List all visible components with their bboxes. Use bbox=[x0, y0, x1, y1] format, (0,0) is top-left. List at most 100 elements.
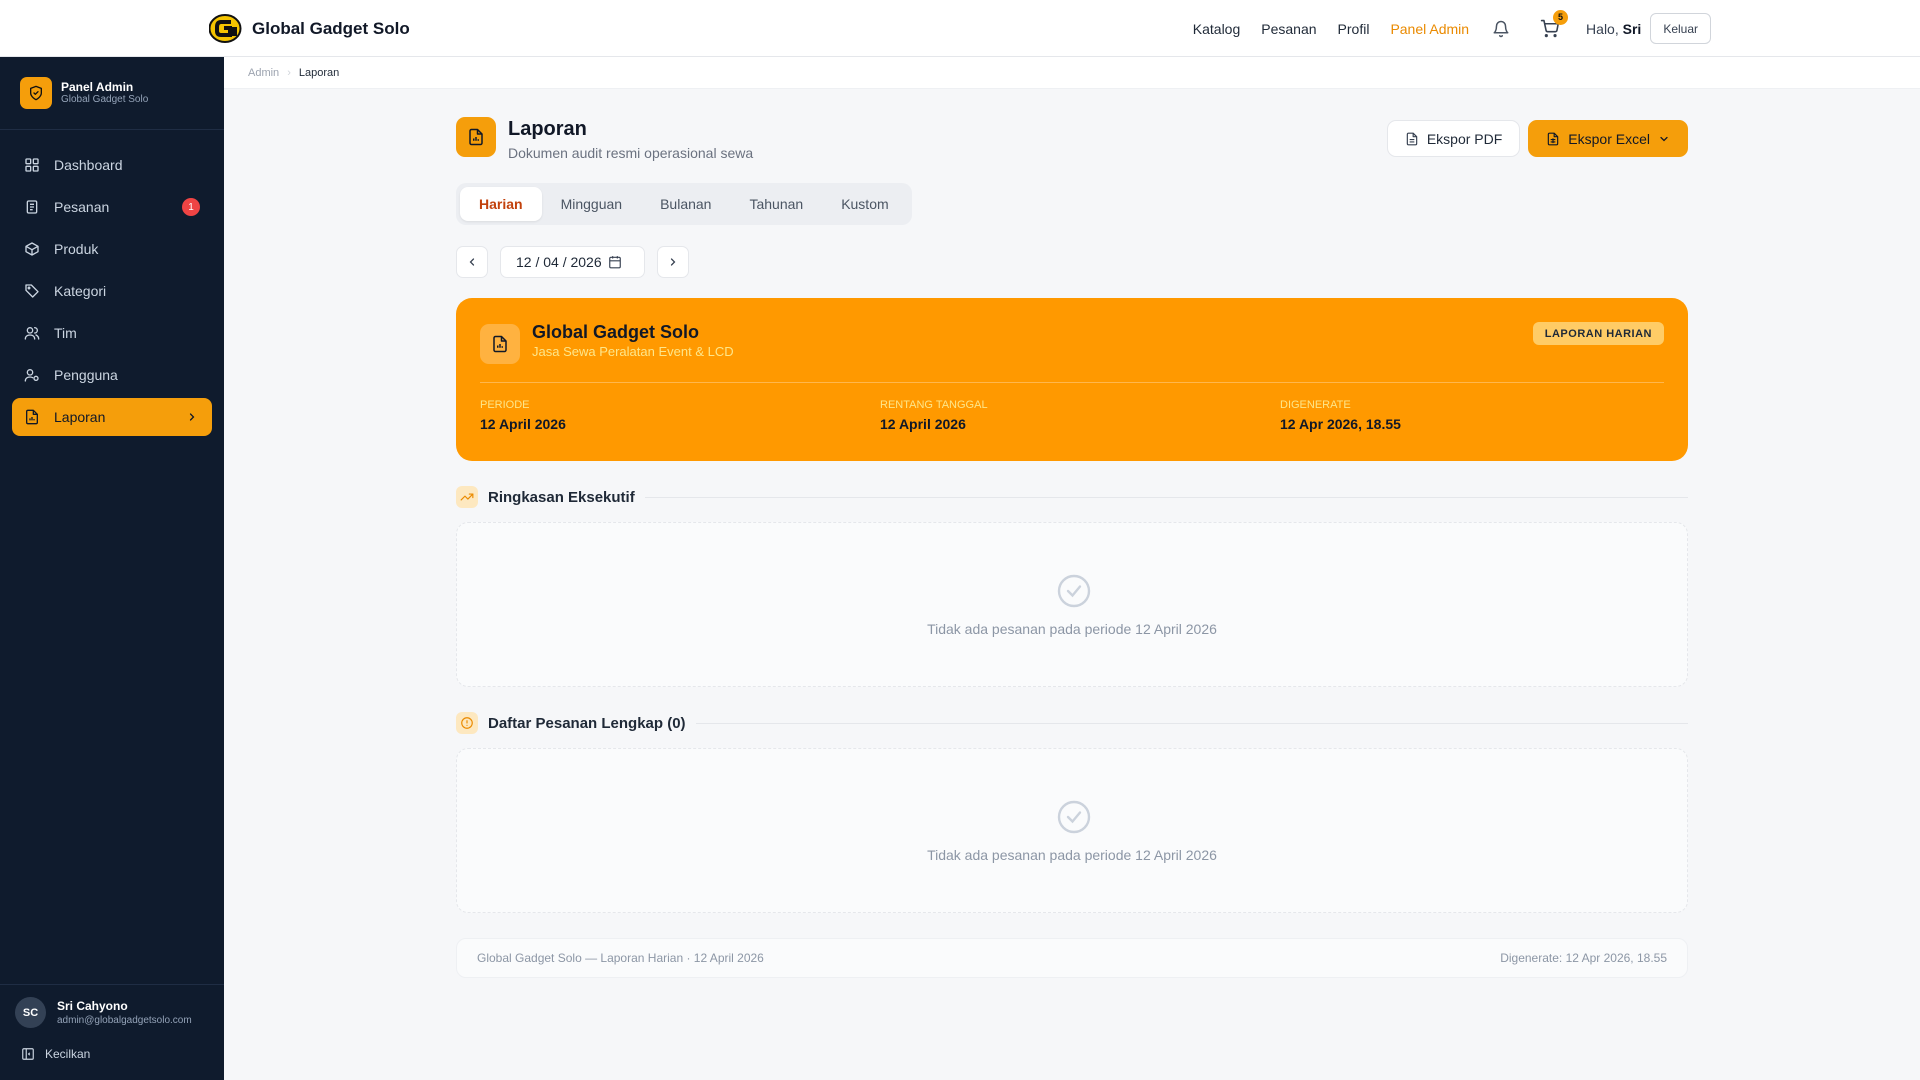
range-field: RENTANG TANGGAL 12 April 2026 bbox=[880, 399, 988, 432]
date-input[interactable]: 12 / 04 / 2026 bbox=[500, 246, 645, 278]
user-cog-icon bbox=[24, 367, 40, 383]
sidebar-item-kategori[interactable]: Kategori bbox=[12, 272, 212, 310]
breadcrumb: Admin › Laporan bbox=[224, 57, 1920, 89]
report-icon bbox=[456, 117, 496, 157]
period-value: 12 April 2026 bbox=[480, 416, 566, 432]
sidebar-item-produk[interactable]: Produk bbox=[12, 230, 212, 268]
spreadsheet-icon bbox=[1548, 132, 1559, 145]
generated-label: DIGENERATE bbox=[1280, 399, 1351, 411]
tab-harian[interactable]: Harian bbox=[460, 187, 542, 221]
sidebar: Panel Admin Global Gadget Solo Dashboard… bbox=[0, 57, 224, 1080]
orders-section-title: Daftar Pesanan Lengkap (0) bbox=[488, 714, 686, 732]
alert-circle-icon bbox=[456, 712, 478, 734]
check-circle-icon bbox=[1057, 574, 1091, 608]
page-subtitle: Dokumen audit resmi operasional sewa bbox=[508, 145, 754, 161]
range-label: RENTANG TANGGAL bbox=[880, 399, 988, 411]
top-navbar: Global Gadget Solo Katalog Pesanan Profi… bbox=[0, 0, 1920, 57]
divider bbox=[644, 496, 1688, 498]
divider bbox=[695, 722, 1688, 724]
sidebar-item-dashboard[interactable]: Dashboard bbox=[12, 146, 212, 184]
page-header: Laporan Dokumen audit resmi operasional … bbox=[456, 117, 753, 161]
chevron-down-icon bbox=[1660, 136, 1668, 141]
prev-date-button[interactable] bbox=[456, 246, 488, 278]
report-type-badge: LAPORAN HARIAN bbox=[1532, 322, 1664, 345]
breadcrumb-separator-icon: › bbox=[287, 66, 291, 79]
file-icon bbox=[1406, 132, 1418, 145]
logout-button[interactable]: Keluar bbox=[1650, 13, 1711, 44]
sidebar-item-label: Tim bbox=[54, 325, 77, 341]
period-label: PERIODE bbox=[480, 399, 530, 411]
nav-katalog[interactable]: Katalog bbox=[1193, 21, 1240, 37]
orders-empty-state: Tidak ada pesanan pada periode 12 April … bbox=[456, 748, 1688, 913]
cart-icon[interactable]: 5 bbox=[1538, 9, 1569, 40]
tag-icon bbox=[24, 283, 40, 299]
footer-right: Digenerate: 12 Apr 2026, 18.55 bbox=[1500, 951, 1667, 965]
date-navigator: 12 / 04 / 2026 bbox=[456, 246, 689, 278]
summary-empty-text: Tidak ada pesanan pada periode 12 April … bbox=[927, 621, 1217, 637]
top-nav: Katalog Pesanan Profil Panel Admin 5 Hal… bbox=[1193, 9, 1711, 45]
date-value: 12 / 04 / 2026 bbox=[516, 254, 602, 270]
orders-section-header: Daftar Pesanan Lengkap (0) bbox=[456, 712, 1688, 734]
footer-left: Global Gadget Solo — Laporan Harian · 12… bbox=[477, 951, 764, 965]
sidebar-title: Panel Admin bbox=[61, 80, 134, 94]
clipboard-icon bbox=[24, 199, 40, 215]
summary-empty-state: Tidak ada pesanan pada periode 12 April … bbox=[456, 522, 1688, 687]
sidebar-item-pesanan[interactable]: Pesanan 1 bbox=[12, 188, 212, 226]
period-tabs: Harian Mingguan Bulanan Tahunan Kustom bbox=[456, 183, 912, 225]
sidebar-menu: Dashboard Pesanan 1 Produk Kategori Tim … bbox=[0, 130, 224, 456]
report-footer: Global Gadget Solo — Laporan Harian · 12… bbox=[456, 938, 1688, 978]
user-email: admin@globalgadgetsolo.com bbox=[57, 1014, 192, 1026]
sidebar-item-laporan[interactable]: Laporan bbox=[12, 398, 212, 436]
sidebar-item-label: Kategori bbox=[54, 283, 107, 299]
export-pdf-button[interactable]: Ekspor PDF bbox=[1386, 120, 1521, 157]
sidebar-item-tim[interactable]: Tim bbox=[12, 314, 212, 352]
sidebar-item-label: Pesanan bbox=[54, 199, 110, 215]
brand-name: Global Gadget Solo bbox=[252, 18, 410, 38]
chevron-right-icon bbox=[670, 258, 676, 266]
breadcrumb-admin[interactable]: Admin bbox=[248, 67, 279, 79]
sidebar-item-label: Laporan bbox=[54, 409, 106, 425]
nav-panel-admin[interactable]: Panel Admin bbox=[1390, 21, 1469, 37]
sidebar-item-pengguna[interactable]: Pengguna bbox=[12, 356, 212, 394]
bell-icon[interactable] bbox=[1490, 18, 1512, 40]
collapse-label: Kecilkan bbox=[45, 1047, 91, 1061]
divider bbox=[480, 382, 1664, 383]
panel-collapse-icon bbox=[22, 1048, 34, 1060]
summary-section-title: Ringkasan Eksekutif bbox=[488, 488, 635, 506]
chevron-left-icon bbox=[469, 258, 475, 266]
generated-value: 12 Apr 2026, 18.55 bbox=[1280, 416, 1401, 432]
grid-icon bbox=[24, 157, 40, 173]
sidebar-header: Panel Admin Global Gadget Solo bbox=[0, 57, 224, 130]
report-company: Global Gadget Solo bbox=[532, 322, 700, 342]
calendar-icon[interactable] bbox=[608, 255, 622, 269]
next-date-button[interactable] bbox=[657, 246, 689, 278]
tab-mingguan[interactable]: Mingguan bbox=[542, 187, 642, 221]
greeting: Halo, Sri bbox=[1586, 21, 1641, 37]
summary-section-header: Ringkasan Eksekutif bbox=[456, 486, 1688, 508]
export-actions: Ekspor PDF Ekspor Excel bbox=[1386, 120, 1688, 157]
export-pdf-label: Ekspor PDF bbox=[1426, 130, 1503, 147]
range-value: 12 April 2026 bbox=[880, 416, 966, 432]
avatar: SC bbox=[15, 997, 46, 1028]
tab-bulanan[interactable]: Bulanan bbox=[641, 187, 730, 221]
orders-count-badge: 1 bbox=[182, 198, 200, 216]
check-circle-icon bbox=[1057, 800, 1091, 834]
greeting-name: Sri bbox=[1622, 20, 1642, 37]
brand[interactable]: Global Gadget Solo bbox=[209, 14, 410, 43]
nav-pesanan[interactable]: Pesanan bbox=[1261, 21, 1316, 37]
export-excel-button[interactable]: Ekspor Excel bbox=[1528, 120, 1688, 157]
sidebar-item-label: Dashboard bbox=[54, 157, 123, 173]
sidebar-subtitle: Global Gadget Solo bbox=[61, 94, 149, 105]
tab-kustom[interactable]: Kustom bbox=[822, 187, 907, 221]
nav-profil[interactable]: Profil bbox=[1338, 21, 1370, 37]
tab-tahunan[interactable]: Tahunan bbox=[730, 187, 822, 221]
greeting-prefix: Halo, bbox=[1586, 20, 1619, 37]
chevron-right-icon bbox=[186, 411, 198, 423]
sidebar-item-label: Produk bbox=[54, 241, 99, 257]
sidebar-user: SC Sri Cahyono admin@globalgadgetsolo.co… bbox=[15, 997, 192, 1028]
page-title: Laporan bbox=[508, 118, 587, 140]
collapse-sidebar-button[interactable]: Kecilkan bbox=[21, 1047, 90, 1061]
trending-up-icon bbox=[456, 486, 478, 508]
box-icon bbox=[24, 241, 40, 257]
users-icon bbox=[24, 325, 40, 341]
